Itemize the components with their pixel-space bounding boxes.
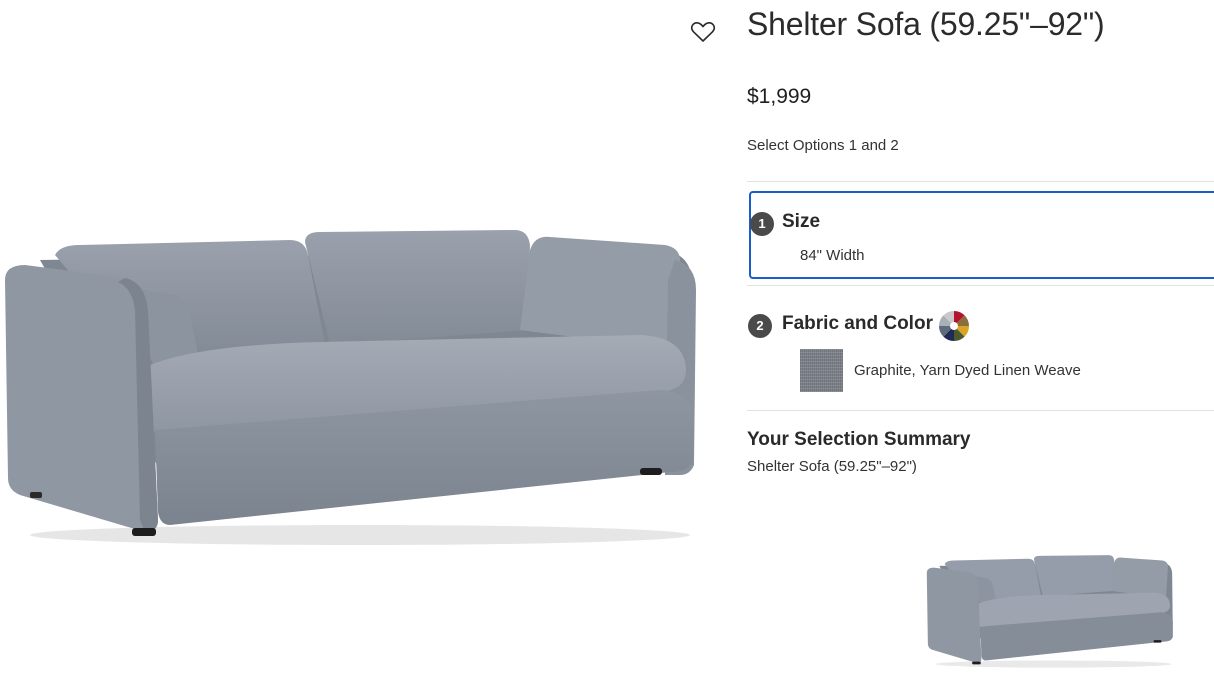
selection-summary-title: Your Selection Summary [747, 429, 971, 450]
product-title: Shelter Sofa (59.25"–92") [747, 6, 1105, 42]
size-option-title: Size [782, 211, 821, 232]
size-option-value: 84" Width [800, 247, 865, 264]
product-main-image [5, 230, 696, 545]
divider [747, 285, 1214, 286]
step-badge-2: 2 [748, 314, 772, 338]
selection-summary-text: Shelter Sofa (59.25"–92") [747, 458, 917, 475]
fabric-option-title[interactable]: Fabric and Color [782, 313, 933, 335]
select-options-note: Select Options 1 and 2 [747, 137, 899, 154]
fabric-swatch[interactable] [800, 349, 843, 392]
heart-outline-icon[interactable] [690, 20, 716, 44]
color-wheel-icon[interactable] [938, 310, 970, 342]
size-option-card[interactable]: 1 Size 84" Width [749, 191, 1214, 279]
step-badge-1: 1 [750, 212, 774, 236]
product-thumbnail[interactable] [925, 548, 1175, 673]
divider [747, 410, 1214, 411]
divider [747, 181, 1214, 182]
product-price: $1,999 [747, 85, 812, 108]
fabric-option-value: Graphite, Yarn Dyed Linen Weave [854, 362, 1081, 379]
